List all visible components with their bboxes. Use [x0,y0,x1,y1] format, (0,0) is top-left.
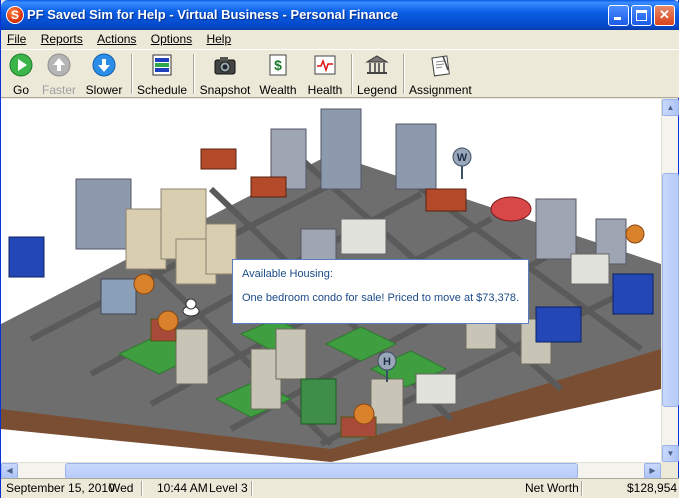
play-icon [9,53,33,77]
toolbar: Go Faster Slower Schedule Snapshot $ Wea… [1,49,679,98]
toolbar-separator [351,54,353,94]
menu-options[interactable]: Options [145,30,197,46]
status-separator [581,481,583,496]
menu-bar: File Reports Actions Options Help [1,30,679,49]
menu-options-label: Options [150,32,193,46]
camera-icon [214,57,236,75]
tooltip-title: Available Housing: [242,268,333,280]
schedule-label: Schedule [137,83,188,97]
health-label: Health [307,83,343,97]
housing-tooltip: Available Housing: One bedroom condo for… [232,259,529,324]
menu-file[interactable]: File [1,30,31,46]
assignment-icon [431,55,450,77]
status-separator [251,481,253,496]
up-arrow-icon [47,53,71,77]
close-button[interactable]: ✕ [654,5,675,26]
faster-button[interactable]: Faster [41,53,77,97]
legend-label: Legend [357,83,398,97]
health-button[interactable]: Health [305,53,345,97]
wealth-button[interactable]: $ Wealth [257,53,299,97]
window-title: PF Saved Sim for Help - Virtual Business… [27,7,399,22]
slower-label: Slower [85,83,123,97]
status-date: September 15, 2010 [6,481,115,495]
toolbar-separator [403,54,405,94]
maximize-button[interactable] [631,5,652,26]
app-window: S PF Saved Sim for Help - Virtual Busine… [0,0,679,498]
heart-monitor-icon [314,55,336,75]
status-level: Level 3 [209,481,248,495]
red-dome-building [490,196,532,222]
assignment-button[interactable]: Assignment [409,53,472,97]
minimize-button[interactable] [608,5,629,26]
vertical-scroll-thumb[interactable] [662,173,679,407]
down-arrow-icon [92,53,116,77]
scroll-down-button[interactable]: ▼ [662,445,679,462]
close-icon: ✕ [659,7,670,22]
status-bar: September 15, 2010 Wed 10:44 AM Level 3 … [1,478,679,498]
svg-text:$: $ [274,57,282,73]
net-worth-label: Net Worth [525,481,579,495]
marker-w-label: W [457,152,468,164]
minimize-icon [614,17,621,20]
assignment-label: Assignment [409,83,472,97]
maximize-icon [636,10,647,21]
scroll-corner [661,462,678,478]
net-worth-value: $128,954 [627,481,678,495]
horizontal-scrollbar[interactable]: ◀ ▶ [1,462,661,479]
menu-reports[interactable]: Reports [35,30,88,46]
schedule-icon [152,54,172,76]
marker-h-label: H [383,356,391,368]
dollar-document-icon: $ [269,54,287,76]
scroll-left-button[interactable]: ◀ [1,463,18,479]
tooltip-message: One bedroom condo for sale! Priced to mo… [242,292,519,304]
menu-file-label: File [7,32,27,46]
legend-button[interactable]: Legend [357,53,397,97]
menu-help-label: Help [206,32,232,46]
menu-actions-label: Actions [97,32,137,46]
marker-w[interactable]: W [452,147,472,179]
horizontal-scroll-thumb[interactable] [65,463,578,479]
app-icon[interactable]: S [6,6,24,24]
status-time: 10:44 AM [157,481,208,495]
snapshot-label: Snapshot [199,83,251,97]
snapshot-button[interactable]: Snapshot [199,53,251,97]
go-label: Go [12,83,29,97]
go-button[interactable]: Go [7,53,35,97]
status-day: Wed [109,481,134,495]
menu-actions[interactable]: Actions [91,30,141,46]
slower-button[interactable]: Slower [85,53,123,97]
menu-reports-label: Reports [40,32,83,46]
wealth-label: Wealth [259,83,297,97]
scroll-right-button[interactable]: ▶ [644,463,661,479]
schedule-button[interactable]: Schedule [137,53,187,97]
vertical-scrollbar[interactable]: ▲ ▼ [661,99,679,462]
title-bar[interactable]: S PF Saved Sim for Help - Virtual Busine… [1,0,679,30]
toolbar-separator [193,54,195,94]
scroll-up-button[interactable]: ▲ [662,99,679,116]
faster-label: Faster [41,83,76,97]
status-separator [141,481,143,496]
bank-building-icon [365,55,389,74]
menu-help[interactable]: Help [200,30,236,46]
toolbar-separator [131,54,133,94]
